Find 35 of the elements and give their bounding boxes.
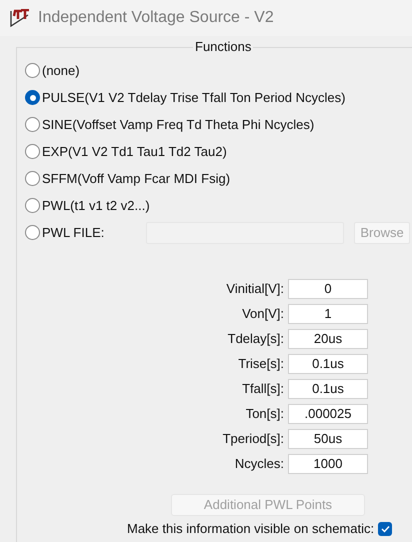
- parameter-field[interactable]: .000025: [288, 404, 368, 424]
- parameter-label: Ncycles:: [234, 455, 284, 474]
- check-icon: [380, 525, 390, 533]
- radio-label: PWL(t1 v1 t2 v2...): [42, 196, 150, 215]
- checkbox-label: Make this information visible on schematic:: [127, 521, 374, 537]
- radio-button[interactable]: [25, 63, 40, 78]
- logo-icon: [10, 9, 30, 27]
- radio-label: EXP(V1 V2 Td1 Tau1 Td2 Tau2): [42, 142, 227, 161]
- radio-button[interactable]: [25, 90, 40, 105]
- radio-button[interactable]: [25, 117, 40, 132]
- parameter-label: Ton[s]:: [246, 405, 284, 424]
- parameter-label: Vinitial[V]:: [226, 280, 284, 298]
- parameter-field[interactable]: 0: [288, 279, 368, 299]
- radio-button[interactable]: [25, 225, 40, 240]
- radio-button[interactable]: [25, 171, 40, 186]
- radio-button[interactable]: [25, 198, 40, 213]
- parameter-field[interactable]: 0.1us: [288, 354, 368, 374]
- radio-label: SINE(Voffset Vamp Freq Td Theta Phi Ncycles): [42, 116, 314, 134]
- parameter-field[interactable]: 50us: [288, 429, 368, 449]
- parameter-field[interactable]: 1: [288, 304, 368, 324]
- radio-label: PWL FILE:: [42, 224, 104, 242]
- parameter-label: Tfall[s]:: [242, 380, 284, 398]
- radio-button[interactable]: [25, 144, 40, 159]
- parameter-label: Tdelay[s]:: [228, 330, 284, 348]
- parameter-label: Trise[s]:: [238, 355, 284, 374]
- parameter-field[interactable]: 1000: [288, 454, 368, 474]
- parameter-label: Von[V]:: [242, 305, 284, 324]
- checkbox[interactable]: [378, 522, 392, 536]
- window-title: Independent Voltage Source - V2: [38, 8, 274, 28]
- radio-label: (none): [42, 62, 80, 80]
- radio-label: SFFM(Voff Vamp Fcar MDI Fsig): [42, 170, 230, 188]
- radio-label: PULSE(V1 V2 Tdelay Trise Tfall Ton Period Ncycles): [42, 88, 346, 107]
- parameter-label: Tperiod[s]:: [222, 430, 284, 448]
- parameter-field[interactable]: 20us: [288, 329, 368, 349]
- parameter-field[interactable]: 0.1us: [288, 379, 368, 399]
